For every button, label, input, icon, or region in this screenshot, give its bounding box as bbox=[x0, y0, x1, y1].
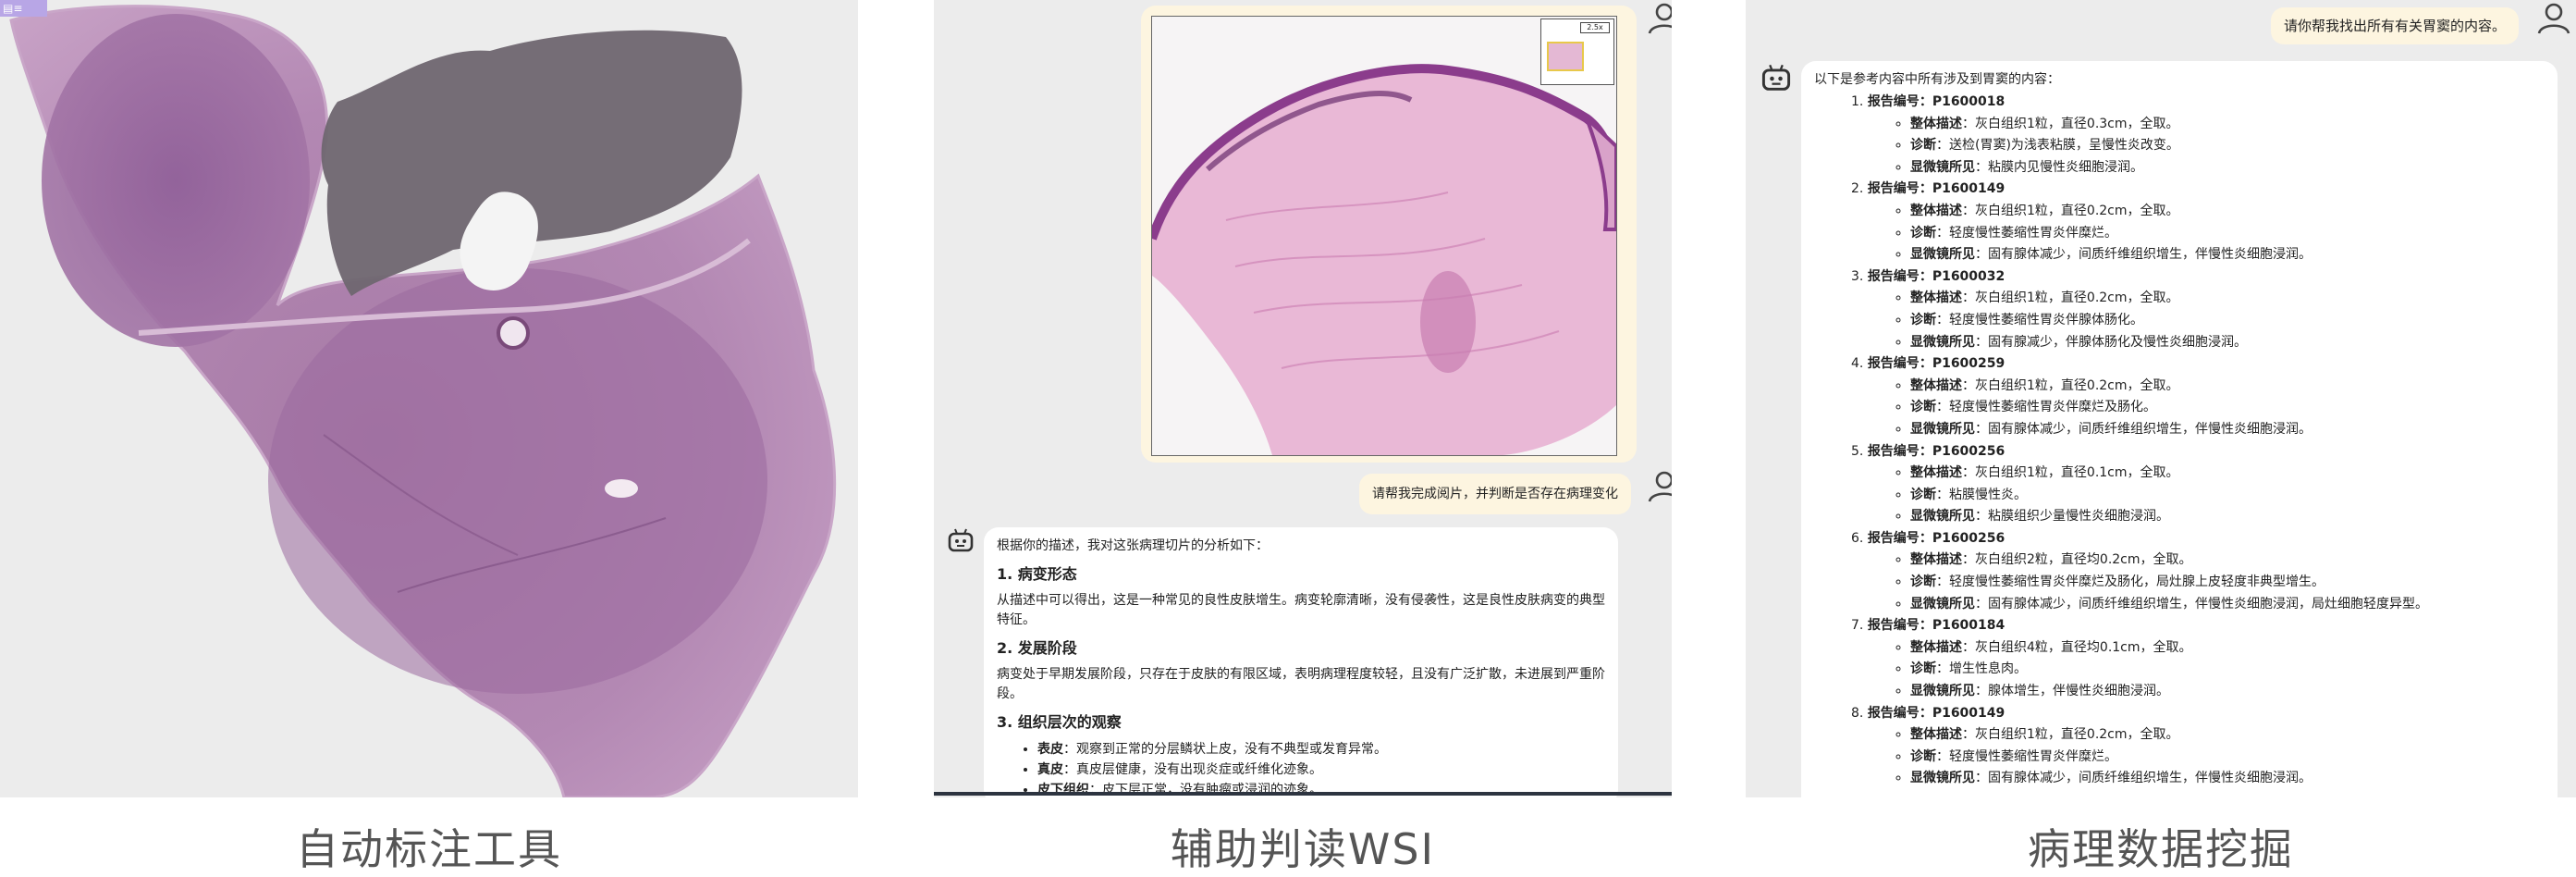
bot-message: 以下是参考内容中所有涉及到胃窦的内容： 1. 报告编号：P1600018整体描述… bbox=[1801, 61, 2558, 797]
field-diagnosis: 诊断：轻度慢性萎缩性胃炎伴糜烂。 bbox=[1910, 747, 2545, 769]
report-id: P1600256 bbox=[1932, 530, 2006, 546]
report-id: P1600018 bbox=[1932, 94, 2006, 109]
image-message-bubble: 2.5x bbox=[1141, 6, 1637, 463]
field-gross: 整体描述：灰白组织1粒，直径0.3cm，全取。 bbox=[1910, 114, 2545, 136]
field-micro: 显微镜所见：粘膜内见慢性炎细胞浸润。 bbox=[1910, 157, 2545, 179]
robot-avatar-icon bbox=[1761, 64, 1791, 91]
user-avatar-icon bbox=[1648, 3, 1672, 34]
field-diagnosis: 诊断：送检(胃窦)为浅表粘膜，呈慢性炎改变。 bbox=[1910, 135, 2545, 157]
report-item: 7. 报告编号：P1600184整体描述：灰白组织4粒，直径均0.1cm，全取。… bbox=[1851, 615, 2545, 702]
field-diagnosis: 诊断：增生性息肉。 bbox=[1910, 659, 2545, 681]
caption-wsi-reading: 辅助判读WSI bbox=[1170, 824, 1436, 874]
field-gross: 整体描述：灰白组织2粒，直径均0.2cm，全取。 bbox=[1910, 550, 2545, 572]
caption-data-mining: 病理数据挖掘 bbox=[2028, 824, 2294, 874]
field-gross: 整体描述：灰白组织4粒，直径均0.1cm，全取。 bbox=[1910, 637, 2545, 660]
robot-avatar-icon bbox=[948, 528, 974, 552]
bot-intro: 根据你的描述，我对这张病理切片的分析如下： bbox=[997, 538, 1269, 553]
wsi-viewer-frame[interactable]: 2.5x bbox=[1147, 16, 1621, 456]
bot-intro: 以下是参考内容中所有涉及到胃窦的内容： bbox=[1814, 72, 2060, 87]
report-id: P1600149 bbox=[1932, 181, 2006, 197]
minimap-thumbnail bbox=[1547, 42, 1584, 71]
list-item: 真皮：真皮层健康，没有出现炎症或纤维化迹象。 bbox=[1037, 760, 1605, 780]
report-id: P1600259 bbox=[1932, 356, 2006, 372]
field-micro: 显微镜所见：固有腺减少，伴腺体肠化及慢性炎细胞浸润。 bbox=[1910, 332, 2545, 354]
user-message: 请你帮我找出所有有关胃窦的内容。 bbox=[2271, 7, 2520, 44]
report-id: P1600256 bbox=[1932, 443, 2006, 459]
image-list-icon[interactable]: ▤≡ bbox=[0, 0, 47, 17]
bot-message: 根据你的描述，我对这张病理切片的分析如下： 1. 病变形态 从描述中可以得出，这… bbox=[984, 527, 1618, 797]
wsi-minimap[interactable]: 2.5x bbox=[1540, 19, 1614, 85]
field-diagnosis: 诊断：轻度慢性萎缩性胃炎伴糜烂及肠化。 bbox=[1910, 397, 2545, 419]
field-diagnosis: 诊断：粘膜慢性炎。 bbox=[1910, 485, 2545, 507]
wsi-slide-viewer[interactable] bbox=[0, 0, 858, 797]
field-micro: 显微镜所见：固有腺体减少，间质纤维组织增生，伴慢性炎细胞浸润。 bbox=[1910, 768, 2545, 790]
user-message: 请帮我完成阅片，并判断是否存在病理变化 bbox=[1359, 474, 1631, 514]
field-gross: 整体描述：灰白组织1粒，直径0.2cm，全取。 bbox=[1910, 376, 2545, 398]
report-fields: 整体描述：灰白组织1粒，直径0.2cm，全取。诊断：轻度慢性萎缩性胃炎伴糜烂。显… bbox=[1851, 724, 2545, 790]
field-diagnosis: 诊断：轻度慢性萎缩性胃炎伴腺体肠化。 bbox=[1910, 310, 2545, 332]
field-gross: 整体描述：灰白组织1粒，直径0.2cm，全取。 bbox=[1910, 724, 2545, 747]
field-micro: 显微镜所见：腺体增生，伴慢性炎细胞浸润。 bbox=[1910, 681, 2545, 703]
report-item: 4. 报告编号：P1600259整体描述：灰白组织1粒，直径0.2cm，全取。诊… bbox=[1851, 353, 2545, 440]
user-avatar-icon bbox=[2537, 3, 2570, 34]
field-diagnosis: 诊断：轻度慢性萎缩性胃炎伴糜烂及肠化，局灶腺上皮轻度非典型增生。 bbox=[1910, 572, 2545, 594]
report-item: 6. 报告编号：P1600256整体描述：灰白组织2粒，直径均0.2cm，全取。… bbox=[1851, 528, 2545, 615]
report-fields: 整体描述：灰白组织4粒，直径均0.1cm，全取。诊断：增生性息肉。显微镜所见：腺… bbox=[1851, 637, 2545, 703]
annotation-tool-panel: ▤≡ bbox=[0, 0, 858, 797]
bottom-divider bbox=[934, 792, 1672, 796]
list-item: 表皮：观察到正常的分层鳞状上皮，没有不典型或发育异常。 bbox=[1037, 739, 1605, 760]
report-id: P1600032 bbox=[1932, 268, 2006, 284]
report-item: 5. 报告编号：P1600256整体描述：灰白组织1粒，直径0.1cm，全取。诊… bbox=[1851, 441, 2545, 528]
field-gross: 整体描述：灰白组织1粒，直径0.2cm，全取。 bbox=[1910, 288, 2545, 310]
field-gross: 整体描述：灰白组织1粒，直径0.1cm，全取。 bbox=[1910, 463, 2545, 485]
report-item: 3. 报告编号：P1600032整体描述：灰白组织1粒，直径0.2cm，全取。诊… bbox=[1851, 266, 2545, 353]
report-id: P1600184 bbox=[1932, 618, 2006, 634]
section-title: 3. 组织层次的观察 bbox=[997, 713, 1122, 731]
report-fields: 整体描述：灰白组织1粒，直径0.2cm，全取。诊断：轻度慢性萎缩性胃炎伴糜烂及肠… bbox=[1851, 376, 2545, 441]
report-fields: 整体描述：灰白组织1粒，直径0.2cm，全取。诊断：轻度慢性萎缩性胃炎伴糜烂。显… bbox=[1851, 201, 2545, 266]
field-micro: 显微镜所见：固有腺体减少，间质纤维组织增生，伴慢性炎细胞浸润。 bbox=[1910, 419, 2545, 441]
layer-list: 表皮：观察到正常的分层鳞状上皮，没有不典型或发育异常。 真皮：真皮层健康，没有出… bbox=[997, 739, 1605, 797]
field-micro: 显微镜所见：粘膜组织少量慢性炎细胞浸润。 bbox=[1910, 506, 2545, 528]
report-fields: 整体描述：灰白组织1粒，直径0.2cm，全取。诊断：轻度慢性萎缩性胃炎伴腺体肠化… bbox=[1851, 288, 2545, 353]
report-fields: 整体描述：灰白组织1粒，直径0.1cm，全取。诊断：粘膜慢性炎。显微镜所见：粘膜… bbox=[1851, 463, 2545, 528]
section-body: 病变处于早期发展阶段，只存在于皮肤的有限区域，表明病理程度较轻，且没有广泛扩散，… bbox=[997, 667, 1605, 701]
field-micro: 显微镜所见：固有腺体减少，间质纤维组织增生，伴慢性炎细胞浸润。 bbox=[1910, 244, 2545, 266]
field-diagnosis: 诊断：轻度慢性萎缩性胃炎伴糜烂。 bbox=[1910, 223, 2545, 245]
report-item: 2. 报告编号：P1600149整体描述：灰白组织1粒，直径0.2cm，全取。诊… bbox=[1851, 179, 2545, 266]
gland-cluster bbox=[1420, 271, 1476, 373]
report-fields: 整体描述：灰白组织2粒，直径均0.2cm，全取。诊断：轻度慢性萎缩性胃炎伴糜烂及… bbox=[1851, 550, 2545, 615]
report-item: 1. 报告编号：P1600018整体描述：灰白组织1粒，直径0.3cm，全取。诊… bbox=[1851, 92, 2545, 179]
report-fields: 整体描述：灰白组织1粒，直径0.3cm，全取。诊断：送检(胃窦)为浅表粘膜，呈慢… bbox=[1851, 114, 2545, 179]
caption-annotation-tool: 自动标注工具 bbox=[296, 824, 562, 874]
vessel bbox=[497, 316, 530, 350]
section-title: 2. 发展阶段 bbox=[997, 639, 1077, 657]
field-gross: 整体描述：灰白组织1粒，直径0.2cm，全取。 bbox=[1910, 201, 2545, 223]
vessel bbox=[605, 479, 638, 498]
section-title: 1. 病变形态 bbox=[997, 565, 1077, 583]
tissue-lobe bbox=[42, 14, 310, 347]
user-avatar-icon bbox=[1648, 471, 1672, 502]
field-micro: 显微镜所见：固有腺体减少，间质纤维组织增生，伴慢性炎细胞浸润，局灶细胞轻度异型。 bbox=[1910, 594, 2545, 616]
data-mining-panel: 请你帮我找出所有有关胃窦的内容。 以下是参考内容中所有涉及到胃窦的内容： 1. … bbox=[1746, 0, 2576, 797]
report-list: 1. 报告编号：P1600018整体描述：灰白组织1粒，直径0.3cm，全取。诊… bbox=[1814, 92, 2545, 790]
zoom-select[interactable]: 2.5x bbox=[1580, 22, 1610, 33]
report-id: P1600149 bbox=[1932, 705, 2006, 721]
wsi-chat-panel: 2.5x 请帮我完成阅片，并判断是否存在病理变化 根据你的描述，我对这张病理切片… bbox=[934, 0, 1672, 797]
section-body: 从描述中可以得出，这是一种常见的良性皮肤增生。病变轮廓清晰，没有侵袭性，这是良性… bbox=[997, 593, 1605, 627]
report-item: 8. 报告编号：P1600149整体描述：灰白组织1粒，直径0.2cm，全取。诊… bbox=[1851, 703, 2545, 790]
